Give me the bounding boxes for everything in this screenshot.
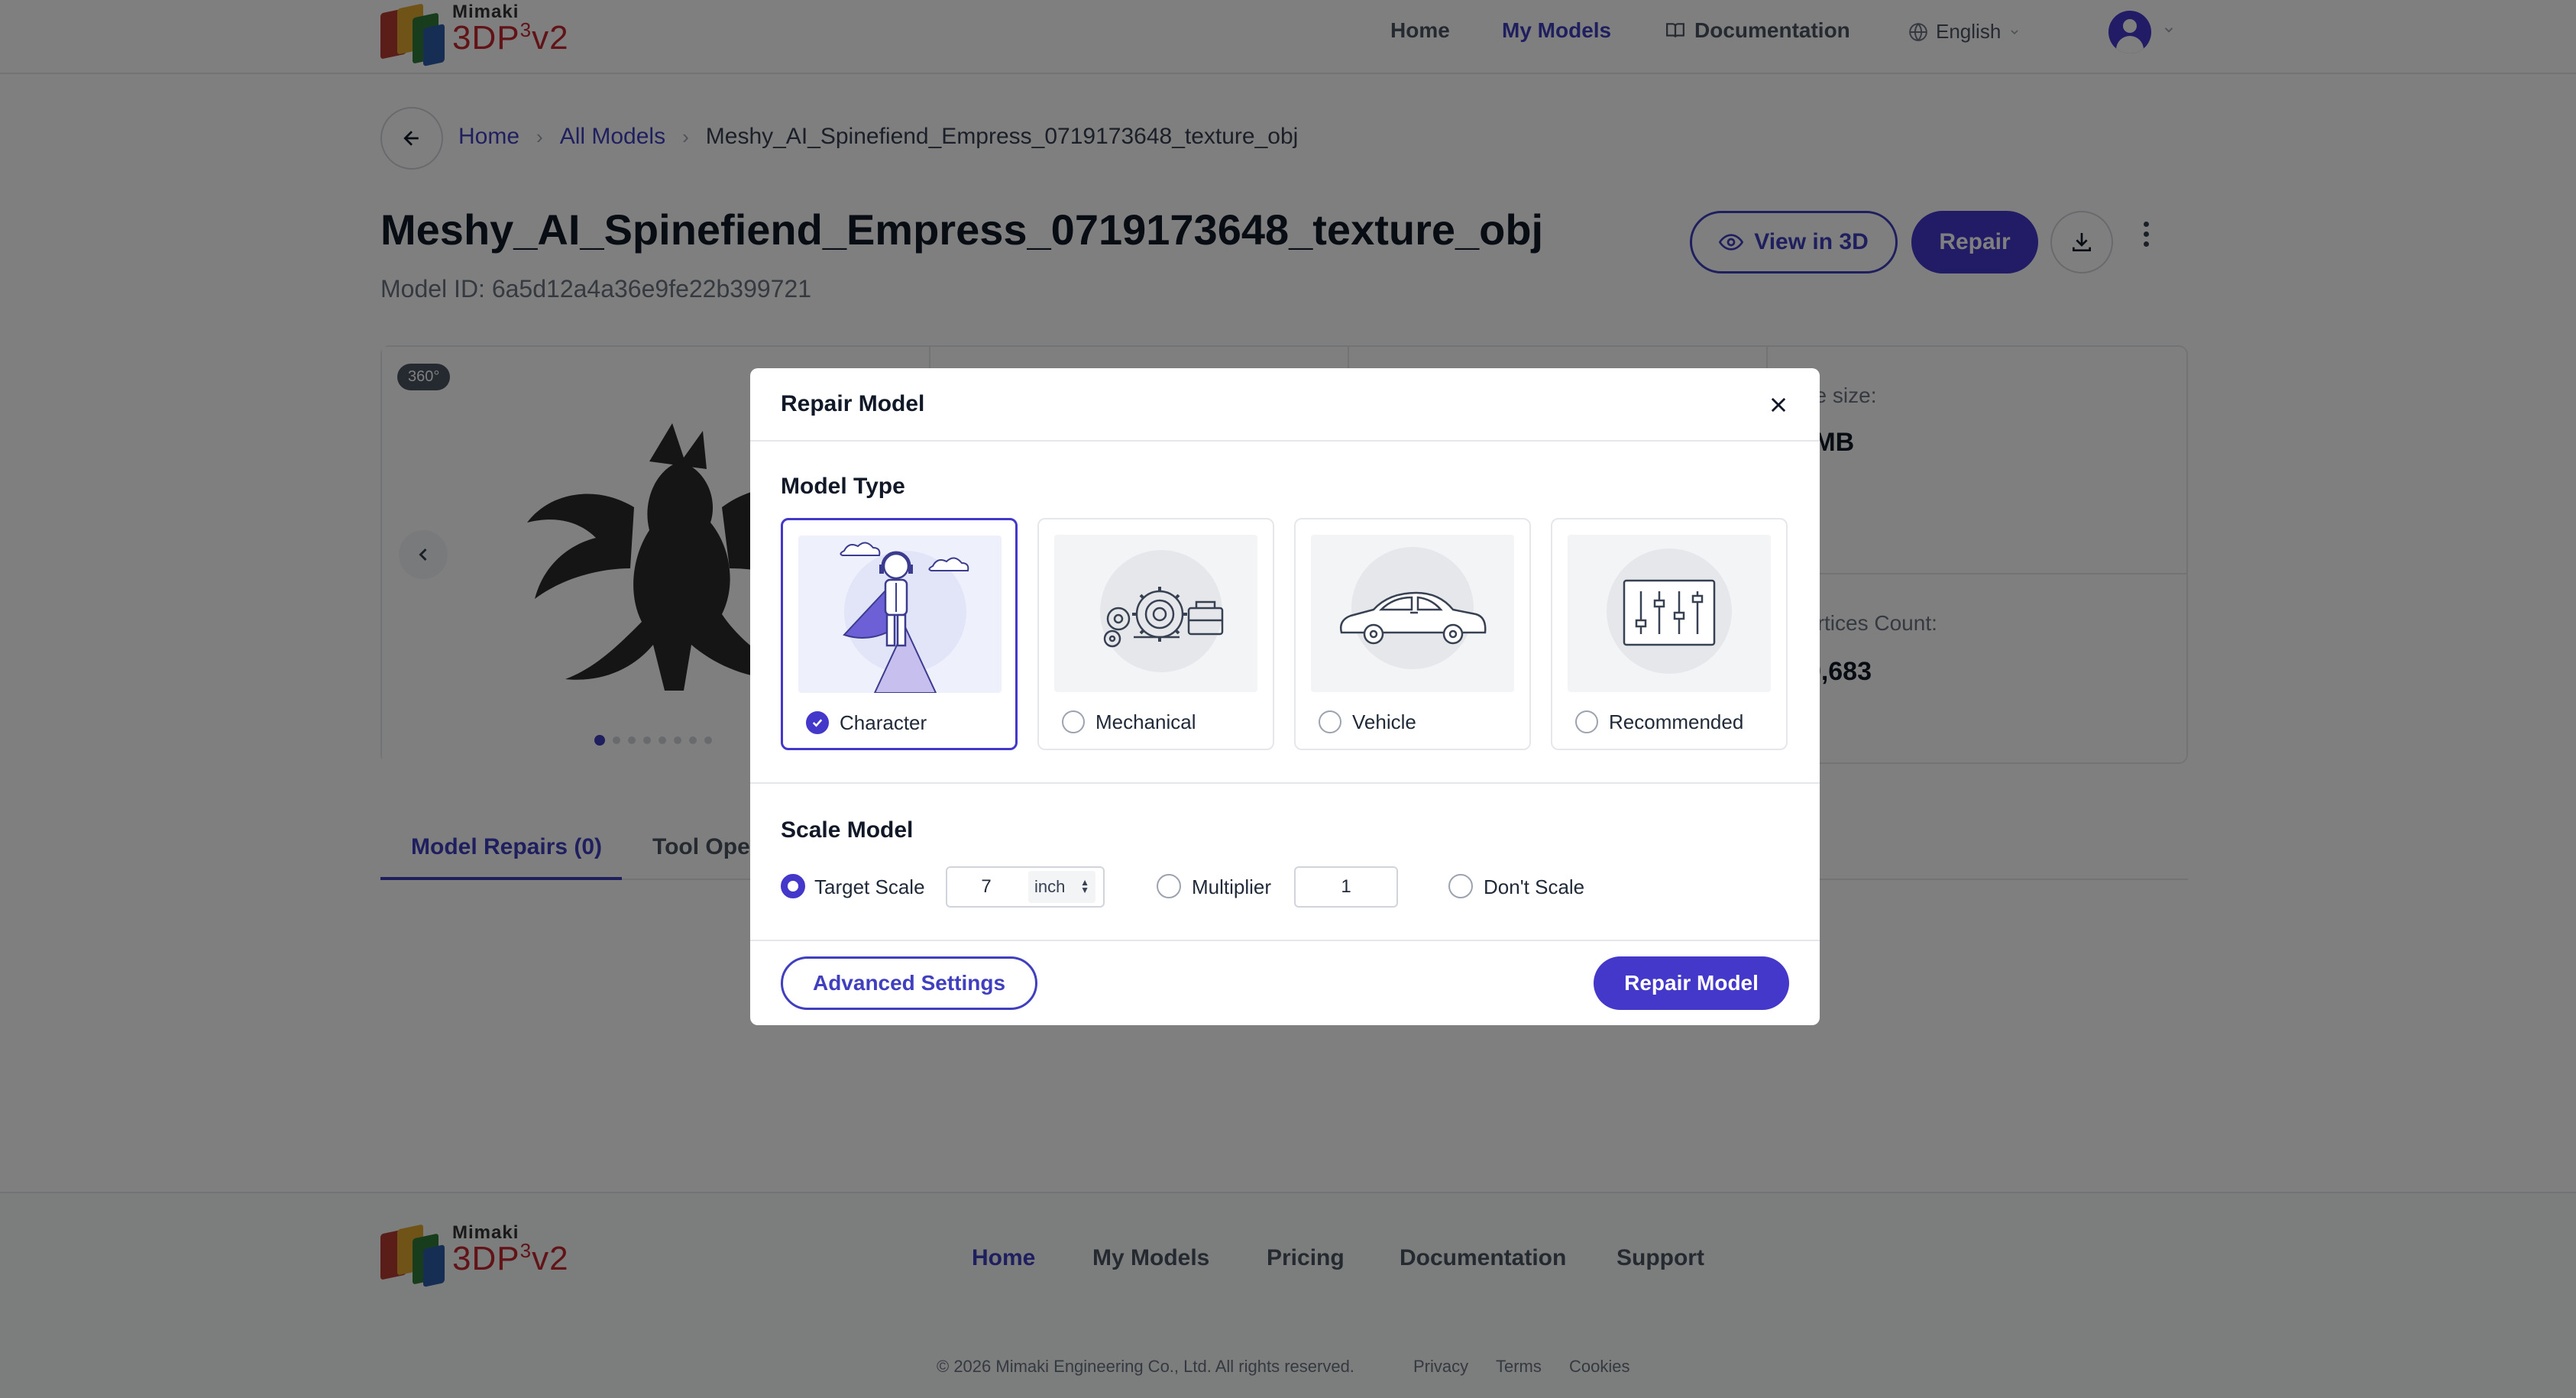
dialog-header: Repair Model <box>750 368 1820 442</box>
multiplier-input[interactable] <box>1294 866 1398 908</box>
radio-multiplier[interactable] <box>1157 874 1181 898</box>
model-type-card-character[interactable]: Character <box>781 518 1018 750</box>
model-type-card-recommended[interactable]: Recommended <box>1551 518 1788 750</box>
model-type-card-mechanical[interactable]: Mechanical <box>1037 518 1274 750</box>
mechanical-label: Mechanical <box>1095 710 1196 733</box>
scale-model-heading: Scale Model <box>781 817 914 843</box>
radio-target-scale[interactable] <box>781 874 805 898</box>
model-type-card-vehicle[interactable]: Vehicle <box>1294 518 1531 750</box>
repair-model-submit-button[interactable]: Repair Model <box>1594 956 1789 1010</box>
close-icon <box>1771 397 1786 413</box>
radio-dont-scale[interactable] <box>1448 874 1473 898</box>
radio-vehicle[interactable] <box>1319 710 1341 733</box>
character-icon <box>798 536 1002 693</box>
unit-value: inch <box>1034 877 1066 896</box>
unit-select[interactable]: inch ▲ ▼ <box>1025 866 1105 908</box>
target-scale-label: Target Scale <box>814 875 925 898</box>
repair-model-dialog: Repair Model Model Type Character Mechan… <box>750 368 1820 1025</box>
recommended-label: Recommended <box>1609 710 1744 733</box>
dont-scale-label: Don't Scale <box>1484 875 1585 898</box>
model-type-heading: Model Type <box>781 474 905 499</box>
section-divider <box>750 940 1820 941</box>
radio-recommended[interactable] <box>1575 710 1598 733</box>
radio-character[interactable] <box>806 711 829 734</box>
up-down-arrows-icon: ▲ ▼ <box>1080 877 1089 895</box>
multiplier-label: Multiplier <box>1192 875 1272 898</box>
vehicle-label: Vehicle <box>1352 710 1416 733</box>
advanced-settings-button[interactable]: Advanced Settings <box>781 956 1037 1010</box>
gears-icon <box>1054 535 1257 692</box>
check-icon <box>812 719 823 727</box>
character-label: Character <box>840 711 927 734</box>
sliders-icon <box>1568 535 1771 692</box>
close-button[interactable] <box>1763 390 1794 420</box>
car-icon <box>1311 535 1514 692</box>
section-divider <box>750 782 1820 784</box>
radio-mechanical[interactable] <box>1062 710 1085 733</box>
dialog-title: Repair Model <box>781 391 925 416</box>
target-scale-input[interactable] <box>946 866 1027 908</box>
